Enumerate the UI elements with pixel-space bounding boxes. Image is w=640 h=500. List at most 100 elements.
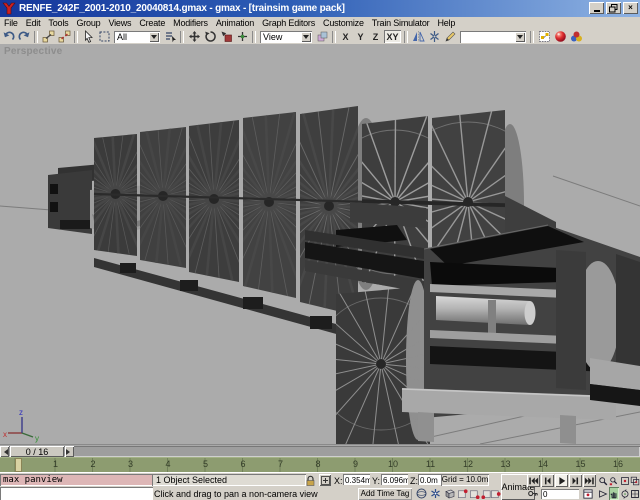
menu-train-simulator[interactable]: Train Simulator: [368, 18, 434, 28]
title-bar[interactable]: RENFE_242F_2001-2010_20040814.gmax - gma…: [0, 0, 640, 17]
go-to-end-button[interactable]: [583, 474, 596, 487]
minimize-button[interactable]: [589, 2, 604, 14]
keyboard-override-icon[interactable]: [442, 30, 458, 44]
time-slider-track[interactable]: [0, 446, 640, 457]
combo-dropdown-button[interactable]: [301, 32, 311, 42]
y-coord-field[interactable]: [381, 474, 408, 485]
selection-filter-combo[interactable]: All: [114, 31, 160, 43]
keyboard-shortcut-override-icon[interactable]: [490, 487, 501, 500]
close-icon: ×: [628, 4, 633, 12]
coord-system-combo[interactable]: View: [260, 31, 312, 43]
redo-icon[interactable]: [16, 30, 32, 44]
toolbar-separator: [34, 31, 38, 43]
restrict-y-button[interactable]: Y: [354, 30, 367, 43]
axis-x-label: x: [3, 430, 7, 439]
absolute-offset-toggle[interactable]: [319, 474, 331, 486]
snap-toggle-icon[interactable]: [429, 487, 442, 500]
menu-create[interactable]: Create: [135, 18, 169, 28]
menu-animation[interactable]: Animation: [212, 18, 258, 28]
array-icon[interactable]: [426, 30, 442, 44]
go-to-start-button[interactable]: [527, 474, 540, 487]
maxscript-listener-input[interactable]: [0, 487, 153, 500]
field-of-view-button[interactable]: [598, 487, 608, 500]
toolbar-separator: [332, 31, 336, 43]
zoom-all-button[interactable]: [609, 474, 619, 487]
track-view-icon[interactable]: [536, 30, 552, 44]
render-icon[interactable]: [568, 30, 584, 44]
select-and-link-icon[interactable]: [40, 30, 56, 44]
restore-button[interactable]: [606, 2, 621, 14]
previous-frame-button[interactable]: [541, 474, 554, 487]
menu-tools[interactable]: Tools: [44, 18, 72, 28]
axis-z-label: z: [19, 408, 23, 417]
material-editor-icon[interactable]: [552, 30, 568, 44]
menu-modifiers[interactable]: Modifiers: [169, 18, 212, 28]
menu-help[interactable]: Help: [433, 18, 459, 28]
rear-bogie: [402, 225, 640, 444]
restrict-xy-plane-button[interactable]: XY: [384, 30, 401, 43]
snap-3d-icon[interactable]: [443, 487, 456, 500]
menu-file[interactable]: File: [0, 18, 22, 28]
named-selection-combo[interactable]: [460, 31, 526, 43]
y-coord-label: Y:: [372, 476, 380, 486]
menu-customize[interactable]: Customize: [319, 18, 368, 28]
select-scale-icon[interactable]: [218, 30, 234, 44]
angle-snap-icon[interactable]: [457, 487, 468, 500]
select-by-name-icon[interactable]: [162, 30, 178, 44]
frame-back-button[interactable]: [0, 446, 9, 457]
prompt-line: Click and drag to pan a non-camera view: [154, 489, 318, 499]
menu-group[interactable]: Group: [72, 18, 104, 28]
window-title: RENFE_242F_2001-2010_20040814.gmax - gma…: [19, 3, 345, 14]
select-object-icon[interactable]: [80, 30, 96, 44]
viewport-label[interactable]: Perspective: [4, 46, 62, 57]
close-button[interactable]: ×: [623, 2, 638, 14]
track-bar[interactable]: 1 2 3 4 5 6 7 8 9 10 11 12 13 14 15 16: [0, 457, 640, 473]
play-button[interactable]: [555, 474, 568, 487]
status-bar: max panview 1 Object Selected Click and …: [0, 472, 640, 500]
go-to-start-icon: [528, 475, 539, 486]
select-rotate-icon[interactable]: [202, 30, 218, 44]
select-manipulate-icon[interactable]: [234, 30, 250, 44]
pan-button[interactable]: [609, 487, 619, 500]
minimize-icon: [594, 10, 600, 12]
combo-dropdown-button[interactable]: [149, 32, 159, 42]
restrict-z-button[interactable]: Z: [369, 30, 382, 43]
combo-dropdown-button[interactable]: [515, 32, 525, 42]
menu-views[interactable]: Views: [104, 18, 135, 28]
viewport-perspective[interactable]: x z y Perspective: [0, 44, 640, 444]
maximize-viewport-button[interactable]: [630, 487, 640, 500]
unlink-selection-icon[interactable]: [56, 30, 72, 44]
z-coord-label: Z:: [410, 476, 418, 486]
axle-box: [243, 297, 263, 309]
x-coord-field[interactable]: [343, 474, 370, 485]
selection-region-icon[interactable]: [96, 30, 112, 44]
menu-graph-editors[interactable]: Graph Editors: [258, 18, 319, 28]
zoom-button[interactable]: [598, 474, 608, 487]
time-configuration-icon[interactable]: [582, 487, 594, 500]
adaptive-degradation-icon[interactable]: [415, 487, 428, 500]
maximize-viewport-icon: [630, 488, 640, 500]
time-slider: 0 / 16: [0, 444, 640, 458]
undo-icon[interactable]: [0, 30, 16, 44]
pivot-center-icon[interactable]: [314, 30, 330, 44]
zoom-extents-all-button[interactable]: [630, 474, 640, 487]
frame-forward-button[interactable]: [65, 446, 74, 457]
key-mode-icon[interactable]: [527, 487, 539, 500]
arc-rotate-button[interactable]: [620, 487, 630, 500]
current-frame-field[interactable]: [541, 489, 579, 499]
mirror-icon[interactable]: [410, 30, 426, 44]
percent-snap-icon[interactable]: [469, 487, 480, 500]
selection-lock-icon[interactable]: [304, 474, 317, 487]
toolbar-separator: [74, 31, 78, 43]
time-slider-handle[interactable]: 0 / 16: [10, 446, 64, 457]
maxscript-listener-output[interactable]: max panview: [0, 474, 153, 486]
play-icon: [556, 475, 567, 486]
zoom-extents-button[interactable]: [620, 474, 630, 487]
restrict-x-button[interactable]: X: [339, 30, 352, 43]
current-frame-marker[interactable]: [15, 458, 22, 472]
menu-edit[interactable]: Edit: [22, 18, 45, 28]
select-move-icon[interactable]: [186, 30, 202, 44]
z-coord-field[interactable]: [418, 474, 441, 485]
add-time-tag[interactable]: Add Time Tag: [358, 488, 412, 500]
next-frame-button[interactable]: [569, 474, 582, 487]
